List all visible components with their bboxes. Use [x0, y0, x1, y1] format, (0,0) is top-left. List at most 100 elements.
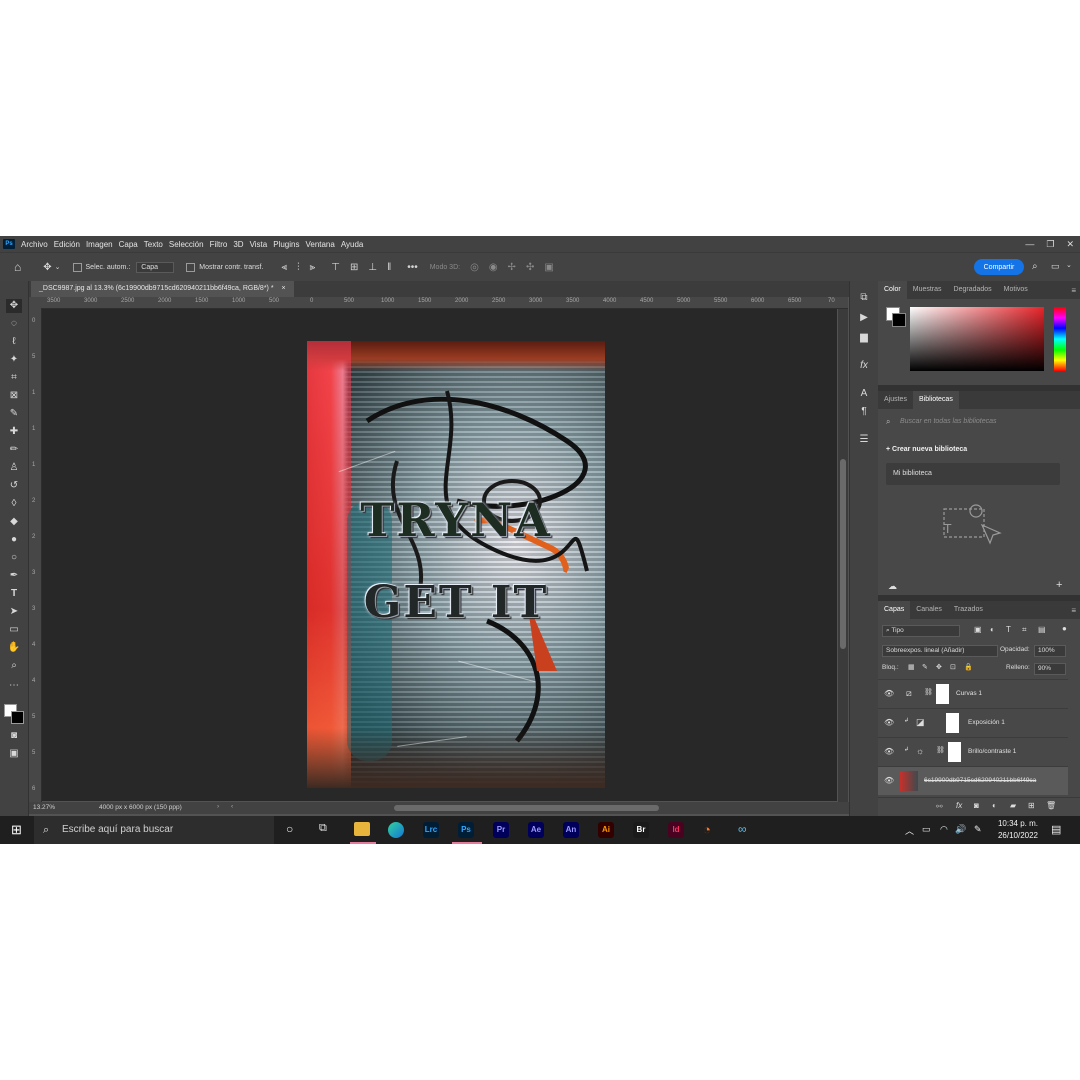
zoom-icon[interactable]: ⌕ — [6, 659, 22, 673]
lock-artboard-icon[interactable]: ⊡ — [950, 663, 956, 671]
history-brush-icon[interactable]: ↺ — [6, 479, 22, 493]
blend-mode-dropdown[interactable]: Sobreexpos. lineal (Añadir) — [882, 645, 998, 657]
premiere-icon[interactable]: Pr — [493, 822, 509, 838]
taskbar-search-box[interactable]: ⌕ Escribe aquí para buscar — [34, 816, 274, 844]
workspace-chevron-icon[interactable]: ⌄ — [1066, 261, 1072, 269]
workspace-icon[interactable]: ▭ — [1051, 261, 1060, 272]
color-panel-menu-icon[interactable]: ≡ — [1071, 286, 1076, 295]
tab-muestras[interactable]: Muestras — [907, 281, 948, 299]
visibility-eye-icon[interactable]: 👁 — [884, 747, 894, 756]
search-icon[interactable]: ⌕ — [1032, 261, 1038, 272]
library-item[interactable]: Mi biblioteca — [886, 463, 1060, 485]
filter-adjustment-icon[interactable]: ◐ — [990, 625, 995, 634]
hue-slider[interactable] — [1054, 307, 1066, 371]
file-explorer-icon[interactable] — [354, 822, 370, 836]
document-info[interactable]: 4000 px x 6000 px (150 ppp) — [99, 804, 182, 811]
link-layers-icon[interactable]: ⚯ — [936, 802, 943, 811]
lock-transparency-icon[interactable]: ▦ — [908, 663, 915, 671]
dodge-icon[interactable]: ○ — [6, 551, 22, 565]
styles-fx-icon[interactable]: fx — [857, 359, 871, 373]
align-right-icon[interactable]: ⫸ — [310, 262, 316, 273]
indesign-icon[interactable]: Id — [668, 822, 684, 838]
tab-capas[interactable]: Capas — [878, 601, 911, 619]
roll-3d-icon[interactable]: ◉ — [489, 262, 498, 273]
menu-ayuda[interactable]: Ayuda — [341, 240, 364, 249]
crop-icon[interactable]: ⌗ — [6, 371, 22, 385]
align-center-icon[interactable]: ⫶ — [297, 262, 300, 273]
new-adjustment-icon[interactable]: ◐ — [992, 801, 997, 810]
status-expand-icon[interactable]: › — [217, 803, 219, 810]
close-window-icon[interactable]: ✕ — [1066, 239, 1074, 250]
create-library-button[interactable]: + Crear nueva biblioteca — [886, 446, 967, 453]
layer-row[interactable]: 👁 ↲ ☼ ⛓ Brillo/contraste 1 — [878, 737, 1068, 766]
auto-select-checkbox[interactable] — [72, 262, 82, 272]
layer-filter-dropdown[interactable]: ⌕ Tipo — [882, 625, 960, 637]
menu-seleccion[interactable]: Selección — [169, 240, 204, 249]
layer-mask-thumbnail[interactable] — [948, 742, 961, 762]
tray-chevron-icon[interactable]: ︿ — [905, 824, 914, 837]
new-group-icon[interactable]: ▰ — [1010, 801, 1016, 810]
scroll-left-icon[interactable]: ‹ — [231, 803, 233, 810]
type-icon[interactable]: T — [6, 587, 22, 601]
saturation-picker[interactable] — [910, 307, 1044, 371]
vertical-scroll-thumb[interactable] — [840, 459, 846, 649]
path-selection-icon[interactable]: ➤ — [6, 605, 22, 619]
illustrator-icon[interactable]: Ai — [598, 822, 614, 838]
tab-ajustes[interactable]: Ajustes — [878, 391, 913, 409]
add-library-icon[interactable]: + — [1056, 579, 1062, 591]
menu-capa[interactable]: Capa — [119, 240, 138, 249]
camera-3d-icon[interactable]: ▣ — [544, 262, 553, 273]
eyedropper-icon[interactable]: ✎ — [6, 407, 22, 421]
screen-mode-icon[interactable]: ▣ — [6, 747, 22, 761]
notifications-icon[interactable]: ▤ — [1051, 823, 1061, 836]
slide-3d-icon[interactable]: ✣ — [526, 262, 534, 273]
horizontal-scroll-thumb[interactable] — [394, 805, 659, 811]
filter-toggle-icon[interactable]: ● — [1062, 624, 1067, 633]
tab-bibliotecas[interactable]: Bibliotecas — [912, 391, 959, 409]
orbit-3d-icon[interactable]: ◎ — [470, 262, 479, 273]
vertical-scrollbar[interactable] — [838, 309, 848, 802]
share-button[interactable]: Compartir — [974, 259, 1024, 275]
add-mask-icon[interactable]: ◙ — [974, 801, 979, 810]
layers-panel-menu-icon[interactable]: ≡ — [1071, 606, 1076, 615]
filter-pixel-icon[interactable]: ▣ — [974, 625, 982, 634]
menu-filtro[interactable]: Filtro — [210, 240, 228, 249]
menu-ventana[interactable]: Ventana — [305, 240, 334, 249]
background-color-swatch[interactable] — [11, 711, 24, 724]
align-top-icon[interactable]: ⊤ — [331, 262, 340, 273]
auto-select-dropdown[interactable]: Capa — [136, 261, 175, 273]
blur-icon[interactable]: ● — [6, 533, 22, 547]
layer-row[interactable]: 👁 ↲ ◪ Exposición 1 — [878, 708, 1068, 737]
comments-icon[interactable]: ▆ — [857, 331, 871, 345]
layer-name[interactable]: Brillo/contraste 1 — [968, 748, 1016, 755]
menu-texto[interactable]: Texto — [144, 240, 163, 249]
layer-mask-thumbnail[interactable] — [936, 684, 949, 704]
network-icon[interactable]: ◠ — [940, 824, 948, 835]
mask-link-icon[interactable]: ⛓ — [936, 746, 945, 754]
layer-name[interactable]: 6c19900db9715cd620940211bb6f49ca — [924, 777, 1036, 784]
rectangle-icon[interactable]: ▭ — [6, 623, 22, 637]
properties-icon[interactable]: ☰ — [857, 433, 871, 447]
photoshop-taskbar-icon[interactable]: Ps — [458, 822, 474, 838]
menu-imagen[interactable]: Imagen — [86, 240, 113, 249]
minimize-icon[interactable]: — — [1025, 239, 1034, 249]
paint-bucket-icon[interactable]: ◆ — [6, 515, 22, 529]
layer-name[interactable]: Curvas 1 — [956, 690, 982, 697]
delete-layer-icon[interactable]: 🗑 — [1046, 801, 1056, 810]
brush-icon[interactable]: ✏ — [6, 443, 22, 457]
filter-type-icon[interactable]: T — [1006, 625, 1011, 634]
layer-style-fx-icon[interactable]: fx — [956, 801, 962, 810]
move-icon[interactable]: ✥ — [6, 299, 22, 313]
move-tool-icon[interactable]: ✥ — [43, 262, 51, 273]
mask-link-icon[interactable]: ⛓ — [924, 688, 933, 696]
windows-start-icon[interactable]: ⊞ — [11, 822, 22, 838]
volume-icon[interactable]: 🔊 — [955, 824, 966, 835]
show-transform-checkbox[interactable] — [186, 262, 196, 272]
layer-mask-thumbnail[interactable] — [946, 713, 959, 733]
document-image[interactable]: TRYNA GET IT — [307, 341, 605, 788]
home-icon[interactable]: ⌂ — [14, 260, 21, 274]
tab-color[interactable]: Color — [878, 281, 907, 299]
taskbar-clock[interactable]: 10:34 p. m. 26/10/2022 — [992, 818, 1044, 842]
layer-name[interactable]: Exposición 1 — [968, 719, 1005, 726]
distribute-icon[interactable]: ‖ — [387, 262, 391, 273]
